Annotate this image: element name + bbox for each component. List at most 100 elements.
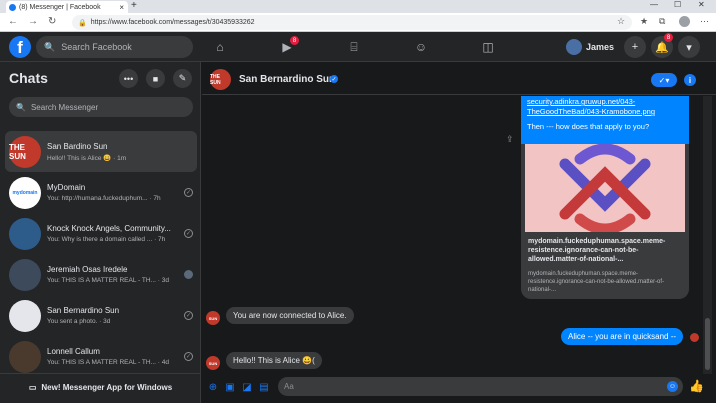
chat-options-button[interactable]: ✓▾ xyxy=(651,73,677,87)
star-icon[interactable]: ☆ xyxy=(617,16,625,27)
monitor-icon: ▭ xyxy=(28,383,37,392)
share-icon[interactable]: ⇪ xyxy=(506,134,514,145)
sender-avatar: SUN xyxy=(206,356,220,370)
conversation-item[interactable]: Jeremiah Osas Iredele You: THIS IS A MAT… xyxy=(5,254,197,295)
tab-title: (8) Messenger | Facebook xyxy=(19,3,101,11)
conversation-avatar: THE SUN xyxy=(9,135,41,168)
favorites-icon[interactable]: ★ xyxy=(640,16,648,27)
new-message-icon[interactable]: ✎ xyxy=(173,69,192,88)
seen-avatar xyxy=(184,270,193,279)
link-preview-title[interactable]: mydomain.fuckeduphuman.space.meme-resist… xyxy=(528,237,682,264)
chats-title: Chats xyxy=(9,70,48,86)
messenger-app-promo[interactable]: ▭ New! Messenger App for Windows xyxy=(0,373,201,401)
thumbs-up-icon[interactable]: 👍 xyxy=(689,379,704,393)
sent-status-icon: ✓ xyxy=(184,311,193,320)
reload-icon[interactable]: ↻ xyxy=(48,16,56,27)
conversation-name: Lonnell Callum xyxy=(47,347,100,356)
knot-symbol-icon xyxy=(525,144,685,232)
promo-label: New! Messenger App for Windows xyxy=(41,383,173,392)
message-input[interactable]: Aa xyxy=(278,377,683,396)
gif-icon[interactable]: ▤ xyxy=(258,381,270,393)
facebook-favicon-icon xyxy=(9,3,16,11)
marketplace-icon[interactable]: ⌸ xyxy=(346,39,362,55)
account-menu-icon[interactable]: ▾ xyxy=(678,36,700,58)
maximize-icon[interactable]: ☐ xyxy=(674,0,681,9)
notifications-badge: 8 xyxy=(664,33,673,42)
browser-profile-avatar[interactable] xyxy=(679,16,690,27)
search-icon: 🔍 xyxy=(44,41,56,52)
browser-tab[interactable]: (8) Messenger | Facebook × xyxy=(6,1,128,13)
user-avatar xyxy=(566,39,582,55)
conversation-avatar: mydomain xyxy=(9,176,41,209)
more-options-icon[interactable]: ••• xyxy=(119,69,138,88)
conversation-name: San Bardino Sun xyxy=(47,141,108,151)
conversation-item[interactable]: THE SUN San Bardino Sun Hello!! This is … xyxy=(5,131,197,172)
profile-shortcut[interactable]: James xyxy=(566,37,614,57)
user-name: James xyxy=(586,42,615,52)
read-receipt-avatar xyxy=(690,333,699,342)
facebook-search[interactable]: 🔍 Search Facebook xyxy=(36,36,193,58)
facebook-search-placeholder: Search Facebook xyxy=(61,42,132,52)
close-window-icon[interactable]: ✕ xyxy=(698,0,705,9)
verified-icon: ✓ xyxy=(330,75,338,83)
conversation-name: Jeremiah Osas Iredele xyxy=(47,265,128,274)
sent-status-icon: ✓ xyxy=(184,229,193,238)
conversation-avatar xyxy=(9,340,41,373)
chat-title[interactable]: San Bernardino Sun xyxy=(239,74,335,85)
messenger-search[interactable]: 🔍 Search Messenger xyxy=(9,97,193,117)
conversation-item[interactable]: Lonnell Callum You: THIS IS A MATTER REA… xyxy=(5,336,197,377)
groups-icon[interactable]: ☺ xyxy=(413,39,429,55)
url-text: https://www.facebook.com/messages/t/3043… xyxy=(90,19,255,26)
message-link[interactable]: security.adinkra.gruwup.net/043- xyxy=(527,97,683,107)
conversation-item[interactable]: Knock Knock Angels, Community... You: Wh… xyxy=(5,213,197,254)
scrollbar-thumb[interactable] xyxy=(705,318,710,370)
facebook-logo-icon[interactable]: f xyxy=(9,36,31,58)
back-icon[interactable]: ← xyxy=(8,16,18,27)
conversation-avatar xyxy=(9,258,41,291)
conversation-name: MyDomain xyxy=(47,183,86,192)
watch-badge: 8 xyxy=(290,36,299,45)
conversation-preview: You sent a photo. · 3d xyxy=(47,318,111,325)
forward-icon[interactable]: → xyxy=(28,16,38,27)
sent-status-icon: ✓ xyxy=(184,188,193,197)
conversation-preview: Hello!! This is Alice 😀 · 1m xyxy=(47,154,127,162)
create-icon[interactable]: + xyxy=(624,36,646,58)
new-tab-button[interactable]: + xyxy=(131,0,137,11)
message-text: Then --- how does that apply to you? xyxy=(527,122,650,131)
photo-icon[interactable]: ▣ xyxy=(224,381,236,393)
conversation-preview: You: http://humana.fuckeduphum... · 7h xyxy=(47,195,161,202)
chat-avatar[interactable]: THE SUN xyxy=(210,69,231,90)
home-icon[interactable]: ⌂ xyxy=(212,39,228,55)
conversation-avatar xyxy=(9,299,41,332)
conversation-preview: You: Why is there a domain called ... · … xyxy=(47,236,166,243)
video-call-icon[interactable]: ■ xyxy=(146,69,165,88)
collections-icon[interactable]: ⧉ xyxy=(659,16,665,27)
conversation-item[interactable]: San Bernardino Sun You sent a photo. · 3… xyxy=(5,295,197,336)
address-bar[interactable]: 🔒 https://www.facebook.com/messages/t/30… xyxy=(72,15,632,30)
conversation-name: San Bernardino Sun xyxy=(47,306,120,315)
conversation-avatar xyxy=(9,217,41,250)
sticker-icon[interactable]: ◪ xyxy=(241,381,253,393)
outgoing-link-bubble: security.adinkra.gruwup.net/043- TheGood… xyxy=(521,96,689,144)
messenger-search-placeholder: Search Messenger xyxy=(30,102,99,112)
conversation-preview: You: THIS IS A MATTER REAL - TH... · 3d xyxy=(47,277,169,284)
search-icon: 🔍 xyxy=(16,102,26,112)
info-icon[interactable]: i xyxy=(684,74,696,86)
incoming-message: You are now connected to Alice. xyxy=(226,307,354,324)
lock-icon: 🔒 xyxy=(78,19,87,27)
conversation-preview: You: THIS IS A MATTER REAL - TH... · 4d xyxy=(47,359,169,366)
minimize-icon[interactable]: — xyxy=(650,0,658,9)
close-tab-icon[interactable]: × xyxy=(119,3,124,12)
conversation-item[interactable]: mydomain MyDomain You: http://humana.fuc… xyxy=(5,172,197,213)
gaming-icon[interactable]: ◫ xyxy=(480,39,496,55)
link-preview-description: mydomain.fuckeduphuman.space.meme-resist… xyxy=(528,271,665,293)
message-link[interactable]: TheGoodTheBad/043-Kramobone.png xyxy=(527,107,683,117)
emoji-icon[interactable]: ☺ xyxy=(667,381,678,392)
link-preview-image[interactable] xyxy=(525,144,685,232)
sent-status-icon: ✓ xyxy=(184,352,193,361)
conversation-name: Knock Knock Angels, Community... xyxy=(47,224,171,233)
browser-menu-icon[interactable]: ⋯ xyxy=(700,16,709,27)
more-actions-icon[interactable]: ⊕ xyxy=(207,381,219,393)
outgoing-message: Alice -- you are in quicksand -- xyxy=(561,328,684,345)
sender-avatar: SUN xyxy=(206,311,220,325)
